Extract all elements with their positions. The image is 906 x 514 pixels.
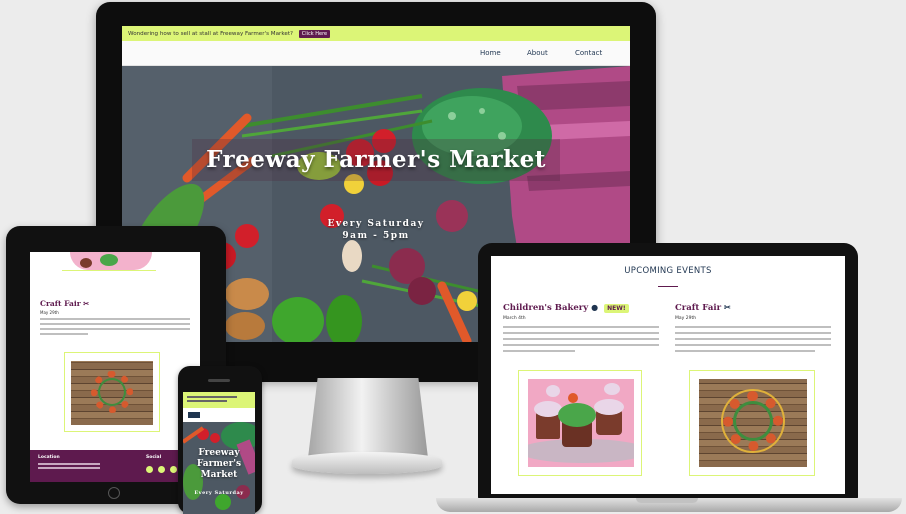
tablet-footer: Location Social [30, 450, 200, 482]
scissors-icon: ✂ [83, 299, 90, 308]
wreath-photo [699, 379, 807, 467]
cupcake-icon: ● [591, 302, 599, 312]
new-badge: NEW! [604, 304, 629, 313]
phone-hero-title: Freeway Farmer's Market [196, 448, 242, 480]
tablet-wreath-photo [71, 361, 153, 425]
navbar: Home About Contact [122, 41, 630, 66]
event-title-bakery: Children's Bakery ● NEW! [503, 302, 629, 313]
nav-contact[interactable]: Contact [575, 49, 602, 57]
event-date-bakery: March 4th [503, 316, 526, 321]
twitter-icon[interactable] [158, 466, 165, 473]
tablet-screen: Craft Fair ✂ May 29th Location Social [30, 252, 200, 482]
tablet-wreath-photo-frame [64, 352, 160, 432]
nav-about[interactable]: About [527, 49, 548, 57]
events-heading-rule [658, 286, 678, 287]
footer-location-label: Location [38, 455, 60, 460]
event-date-craft-fair: May 29th [675, 316, 697, 321]
cupcakes-photo [528, 379, 634, 467]
laptop-screen: UPCOMING EVENTS Children's Bakery ● NEW!… [491, 256, 845, 494]
facebook-icon[interactable] [146, 466, 153, 473]
tablet-cupcake-photo-crop [70, 252, 152, 270]
footer-social-label: Social [146, 455, 162, 460]
phone-screen: Freeway Farmer's Market Every Saturday [183, 392, 255, 514]
scissors-icon: ✂ [724, 302, 731, 312]
tablet-event-date: May 29th [40, 310, 59, 315]
announcement-button[interactable]: Click Here [298, 30, 331, 38]
monitor-stand [308, 378, 428, 458]
event-title-craft-fair: Craft Fair ✂ [675, 302, 731, 313]
phone-hero-schedule: Every Saturday [194, 490, 244, 496]
tablet-home-button [108, 487, 120, 499]
events-heading: UPCOMING EVENTS [624, 266, 712, 276]
laptop-notch [636, 498, 698, 503]
phone-speaker [208, 379, 230, 382]
phone-menu-button[interactable] [188, 412, 200, 418]
bakery-photo-frame [518, 370, 642, 476]
announcement-text: Wondering how to sell at stall at Freewa… [128, 31, 293, 37]
tablet-event-title: Craft Fair ✂ [40, 299, 90, 308]
phone-hero: Freeway Farmer's Market Every Saturday [183, 422, 255, 514]
phone-announcement-banner [183, 392, 255, 408]
nav-home[interactable]: Home [480, 49, 501, 57]
monitor-stand-base [292, 452, 442, 474]
announcement-banner: Wondering how to sell at stall at Freewa… [122, 26, 630, 41]
hero-title: Freeway Farmer's Market [206, 146, 546, 173]
craft-fair-photo-frame [689, 370, 815, 476]
instagram-icon[interactable] [170, 466, 177, 473]
